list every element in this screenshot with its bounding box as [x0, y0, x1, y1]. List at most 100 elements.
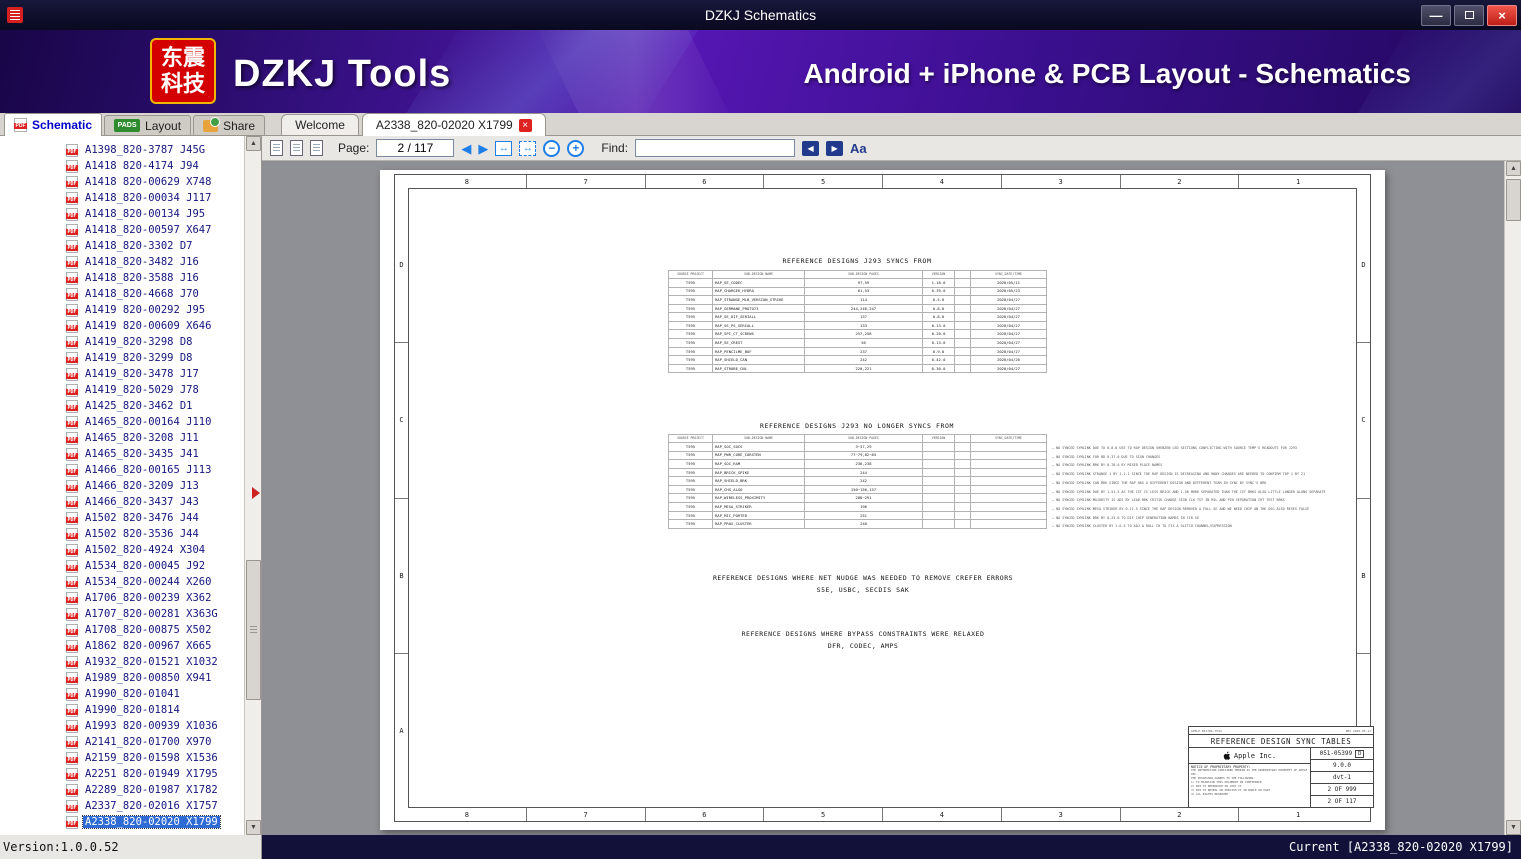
file-list-item[interactable]: PDF A1990_820-01041: [66, 686, 244, 702]
sidebar-collapse-arrow[interactable]: [252, 487, 260, 499]
table-row: T595 RAP_STRANGE_MLB_VERSION_STRIKE 114 …: [668, 295, 1047, 305]
zoom-in-icon[interactable]: +: [567, 139, 585, 157]
zoom-out-icon[interactable]: −: [543, 139, 561, 157]
file-list-item[interactable]: PDF A2338_820-02020 X1799: [66, 814, 244, 830]
scroll-up-icon[interactable]: ▲: [246, 136, 261, 151]
banner-streak: [525, 30, 745, 113]
scroll-down-icon[interactable]: ▼: [1506, 820, 1521, 835]
file-list-item[interactable]: PDF A1419_820-3299 D8: [66, 350, 244, 366]
tab-layout-label: Layout: [145, 118, 182, 133]
find-input[interactable]: [635, 139, 796, 157]
col-header: SUB-DESIGN PAGES: [804, 434, 923, 443]
file-list-item[interactable]: PDF A1466_820-3209 J13: [66, 478, 244, 494]
file-list-item[interactable]: PDF A1418_820-00134 J95: [66, 206, 244, 222]
file-list-item[interactable]: PDF A1465_820-3435 J41: [66, 446, 244, 462]
file-name: A1465_820-00164 J110: [85, 416, 212, 428]
file-list-item[interactable]: PDF A1932_820-01521 X1032: [66, 654, 244, 670]
fit-width-icon[interactable]: ↔: [495, 140, 513, 156]
file-list-item[interactable]: PDF A1418_820-00034 J117: [66, 190, 244, 206]
file-list-item[interactable]: PDF A2141_820-01700 X970: [66, 734, 244, 750]
file-list-item[interactable]: PDF A1419_820-3298 D8: [66, 334, 244, 350]
file-list-item[interactable]: PDF A2337_820-02016 X1757: [66, 798, 244, 814]
note-line: — NO SYNCED SYMLINK CLUSTER BY 1.0.5 TO …: [1052, 524, 1232, 529]
sheet-count-a: 2 OF 999: [1311, 784, 1373, 796]
file-list-item[interactable]: PDF A1708_820-00875 X502: [66, 622, 244, 638]
file-list-item[interactable]: PDF A1862 820-00967 X665: [66, 638, 244, 654]
file-list-item[interactable]: PDF A1534_820-00244 X260: [66, 574, 244, 590]
facing-pages-view-icon[interactable]: [287, 140, 303, 161]
file-list-item[interactable]: PDF A1418 820-4174 J94: [66, 158, 244, 174]
close-button[interactable]: ×: [1487, 4, 1517, 26]
file-list-item[interactable]: PDF A2251 820-01949 X1795: [66, 766, 244, 782]
file-list-item[interactable]: PDF A1425_820-3462 D1: [66, 398, 244, 414]
file-list-item[interactable]: PDF A1419 820-00609 X646: [66, 318, 244, 334]
file-list-item[interactable]: PDF A1418_820-3302 D7: [66, 238, 244, 254]
tab-layout[interactable]: PADS Layout: [104, 115, 192, 135]
file-list-item[interactable]: PDF A1989_820-00850 X941: [66, 670, 244, 686]
file-list-item[interactable]: PDF A1502 820-3476 J44: [66, 510, 244, 526]
file-name: A1418_820-00597 X647: [85, 224, 212, 236]
scroll-down-icon[interactable]: ▼: [246, 820, 261, 835]
file-list-item[interactable]: PDF A1466_820-3437 J43: [66, 494, 244, 510]
page-input[interactable]: [376, 139, 455, 157]
pdf-icon: PDF: [66, 175, 78, 189]
file-list-item[interactable]: PDF A1466_820-00165 J113: [66, 462, 244, 478]
file-list-item[interactable]: PDF A2289_820-01987 X1782: [66, 782, 244, 798]
maximize-button[interactable]: [1454, 4, 1484, 26]
file-list-item[interactable]: PDF A1465_820-3208 J11: [66, 430, 244, 446]
viewer-scrollbar-thumb[interactable]: [1506, 179, 1521, 221]
file-list-item[interactable]: PDF A1707_820-00281 X363G: [66, 606, 244, 622]
tab-welcome[interactable]: Welcome: [281, 114, 359, 135]
next-page-icon[interactable]: ▶: [478, 142, 488, 155]
file-list-item[interactable]: PDF A1419_820-3478 J17: [66, 366, 244, 382]
file-list-item[interactable]: PDF A1418_820-4668 J70: [66, 286, 244, 302]
grid-column-label: 2: [1121, 808, 1240, 821]
sidebar-scrollbar[interactable]: ▲ ▼: [244, 136, 261, 835]
previous-page-icon[interactable]: ◀: [461, 142, 471, 155]
note-line: — NO SYNCED SYMLINK CAN BRK SINCE THE RA…: [1052, 480, 1267, 485]
minimize-button[interactable]: —: [1421, 4, 1451, 26]
find-previous-icon[interactable]: ◀: [802, 140, 820, 156]
syncs-from-table: SOURCE PROJECT SUB-DESIGN NAME SUB-DESIG…: [668, 270, 1047, 374]
file-list-item[interactable]: PDF A1990_820-01814: [66, 702, 244, 718]
file-name: A1419_820-3478 J17: [85, 368, 199, 380]
file-name: A1990_820-01041: [85, 688, 180, 700]
table-row: T595 RAP_PROX_CLUSTER 240: [668, 519, 1047, 529]
file-list-item[interactable]: PDF A1418_820-00597 X647: [66, 222, 244, 238]
file-list-item[interactable]: PDF A1502 820-3536 J44: [66, 526, 244, 542]
pdf-icon: PDF: [66, 735, 78, 749]
file-list-item[interactable]: PDF A1398_820-3787 J45G: [66, 142, 244, 158]
file-list-item[interactable]: PDF A1419_820-5029 J78: [66, 382, 244, 398]
file-list-item[interactable]: PDF A1419 820-00292 J95: [66, 302, 244, 318]
file-list-item[interactable]: PDF A2159_820-01598 X1536: [66, 750, 244, 766]
tab-document[interactable]: A2338_820-02020 X1799 ×: [361, 113, 546, 136]
viewer-scrollbar[interactable]: ▲ ▼: [1504, 161, 1521, 835]
continuous-view-icon[interactable]: [310, 140, 323, 156]
find-next-icon[interactable]: ▶: [826, 140, 844, 156]
file-name: A1419_820-3298 D8: [85, 336, 193, 348]
file-list-item[interactable]: PDF A1706_820-00239 X362: [66, 590, 244, 606]
file-name: A2141_820-01700 X970: [85, 736, 212, 748]
file-list-item[interactable]: PDF A1418_820-3588 J16: [66, 270, 244, 286]
company-name: Apple Inc.: [1233, 751, 1277, 760]
file-list-item[interactable]: PDF A1534_820-00045 J92: [66, 558, 244, 574]
table-row: T595 RAP_PWR_CORE_CORSTEN 77~79,82~83: [668, 450, 1047, 461]
scroll-up-icon[interactable]: ▲: [1506, 161, 1521, 176]
table-row: T595 RAP_MESA_STRIKER 196: [668, 502, 1047, 512]
tab-close-icon[interactable]: ×: [518, 118, 532, 132]
match-case-icon[interactable]: Aa: [850, 141, 867, 156]
file-list-item[interactable]: PDF A1993 820-00939 X1036: [66, 718, 244, 734]
file-list-item[interactable]: PDF A1502_820-4924 X304: [66, 542, 244, 558]
tab-share[interactable]: Share: [193, 115, 266, 135]
table-row: T595 RAP_SE_CREST 56 0.13.0 2020/04/27: [668, 338, 1047, 348]
file-name: A1418_820-3302 D7: [85, 240, 193, 252]
file-list-item[interactable]: PDF A1418_820-3482 J16: [66, 254, 244, 270]
single-page-view-icon[interactable]: [270, 140, 283, 156]
proprietary-notice: NOTICE OF PROPRIETARY PROPERTY: THE INFO…: [1189, 764, 1310, 807]
tab-schematic[interactable]: PDF Schematic: [4, 113, 103, 136]
sidebar-scrollbar-thumb[interactable]: [246, 560, 261, 700]
file-list-item[interactable]: PDF A1465_820-00164 J110: [66, 414, 244, 430]
pdf-icon: PDF: [66, 607, 78, 621]
fit-page-icon[interactable]: ↔: [519, 140, 537, 156]
file-list-item[interactable]: PDF A1418 820-00629 X748: [66, 174, 244, 190]
